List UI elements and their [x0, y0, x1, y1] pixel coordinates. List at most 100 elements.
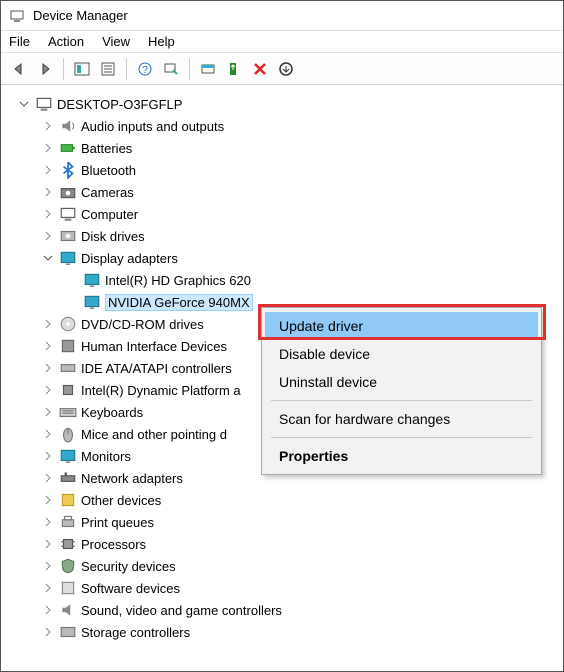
tree-item-label: Display adapters — [81, 251, 178, 266]
tree-item-label: Disk drives — [81, 229, 145, 244]
help-button[interactable]: ? — [133, 57, 157, 81]
chevron-right-icon[interactable] — [41, 537, 55, 551]
toolbar-separator — [63, 58, 64, 80]
tree-item-storage[interactable]: Storage controllers — [5, 621, 559, 643]
chevron-right-icon[interactable] — [41, 185, 55, 199]
enable-device-button[interactable] — [222, 57, 246, 81]
chevron-right-icon[interactable] — [41, 207, 55, 221]
tree-item-label: Security devices — [81, 559, 176, 574]
context-menu-separator — [271, 400, 532, 401]
chevron-right-icon[interactable] — [41, 603, 55, 617]
context-menu-uninstall-device[interactable]: Uninstall device — [265, 368, 538, 396]
chevron-right-icon[interactable] — [41, 119, 55, 133]
chevron-right-icon[interactable] — [41, 317, 55, 331]
tree-item-display-adapters[interactable]: Display adapters — [5, 247, 559, 269]
update-driver-button[interactable] — [196, 57, 220, 81]
tree-item-label: IDE ATA/ATAPI controllers — [81, 361, 232, 376]
device-tree: DESKTOP-O3FGFLP Audio inputs and outputs… — [1, 85, 563, 671]
camera-icon — [59, 184, 77, 200]
monitor-icon — [59, 448, 77, 464]
disable-device-button[interactable] — [274, 57, 298, 81]
back-button[interactable] — [7, 57, 31, 81]
chevron-down-icon[interactable] — [17, 97, 31, 111]
tree-item-label: Storage controllers — [81, 625, 190, 640]
chip-icon — [59, 382, 77, 398]
processor-icon — [59, 536, 77, 552]
tree-item-label: Software devices — [81, 581, 180, 596]
context-menu-properties[interactable]: Properties — [265, 442, 538, 470]
title-bar: Device Manager — [1, 1, 563, 31]
tree-item-disk-drives[interactable]: Disk drives — [5, 225, 559, 247]
display-adapter-icon — [83, 272, 101, 288]
context-menu-separator — [271, 437, 532, 438]
speaker-icon — [59, 118, 77, 134]
context-menu-disable-device[interactable]: Disable device — [265, 340, 538, 368]
context-menu-update-driver[interactable]: Update driver — [265, 312, 538, 340]
chevron-right-icon[interactable] — [41, 559, 55, 573]
hid-icon — [59, 338, 77, 354]
computer-icon — [59, 206, 77, 222]
chevron-right-icon[interactable] — [41, 427, 55, 441]
tree-item-processors[interactable]: Processors — [5, 533, 559, 555]
tree-item-bluetooth[interactable]: Bluetooth — [5, 159, 559, 181]
chevron-right-icon[interactable] — [41, 405, 55, 419]
tree-item-label: DVD/CD-ROM drives — [81, 317, 204, 332]
chevron-right-icon[interactable] — [41, 383, 55, 397]
display-adapter-icon — [83, 294, 101, 310]
uninstall-device-button[interactable] — [248, 57, 272, 81]
menu-file[interactable]: File — [9, 34, 30, 49]
scan-hardware-button[interactable] — [159, 57, 183, 81]
chevron-right-icon[interactable] — [41, 141, 55, 155]
tree-item-other[interactable]: Other devices — [5, 489, 559, 511]
sound-icon — [59, 602, 77, 618]
forward-button[interactable] — [33, 57, 57, 81]
tree-item-label: NVIDIA GeForce 940MX — [105, 294, 253, 311]
tree-root-node[interactable]: DESKTOP-O3FGFLP — [5, 93, 559, 115]
chevron-right-icon[interactable] — [41, 229, 55, 243]
tree-item-label: Mice and other pointing d — [81, 427, 227, 442]
tree-item-software[interactable]: Software devices — [5, 577, 559, 599]
display-adapter-icon — [59, 250, 77, 266]
tree-item-label: Intel(R) HD Graphics 620 — [105, 273, 251, 288]
toolbar-separator — [189, 58, 190, 80]
properties-button[interactable] — [96, 57, 120, 81]
tree-item-print-queues[interactable]: Print queues — [5, 511, 559, 533]
tree-item-intel-graphics[interactable]: Intel(R) HD Graphics 620 — [5, 269, 559, 291]
chevron-right-icon[interactable] — [41, 339, 55, 353]
context-menu-scan-hardware[interactable]: Scan for hardware changes — [265, 405, 538, 433]
mouse-icon — [59, 426, 77, 442]
dvd-icon — [59, 316, 77, 332]
menu-view[interactable]: View — [102, 34, 130, 49]
tree-item-cameras[interactable]: Cameras — [5, 181, 559, 203]
chevron-right-icon[interactable] — [41, 515, 55, 529]
keyboard-icon — [59, 404, 77, 420]
chevron-right-icon[interactable] — [41, 361, 55, 375]
controller-icon — [59, 360, 77, 376]
chevron-right-icon[interactable] — [41, 471, 55, 485]
tree-item-batteries[interactable]: Batteries — [5, 137, 559, 159]
chevron-right-icon[interactable] — [41, 493, 55, 507]
chevron-right-icon[interactable] — [41, 625, 55, 639]
svg-text:?: ? — [142, 65, 148, 76]
storage-icon — [59, 624, 77, 640]
tree-item-label: Human Interface Devices — [81, 339, 227, 354]
software-icon — [59, 580, 77, 596]
chevron-down-icon[interactable] — [41, 251, 55, 265]
tree-item-computer[interactable]: Computer — [5, 203, 559, 225]
toolbar: ? — [1, 53, 563, 85]
network-icon — [59, 470, 77, 486]
context-menu: Update driver Disable device Uninstall d… — [261, 307, 542, 475]
tree-item-security[interactable]: Security devices — [5, 555, 559, 577]
menu-help[interactable]: Help — [148, 34, 175, 49]
tree-item-label: Network adapters — [81, 471, 183, 486]
show-hide-console-button[interactable] — [70, 57, 94, 81]
tree-root-label: DESKTOP-O3FGFLP — [57, 97, 182, 112]
chevron-right-icon[interactable] — [41, 581, 55, 595]
tree-item-label: Keyboards — [81, 405, 143, 420]
tree-item-audio[interactable]: Audio inputs and outputs — [5, 115, 559, 137]
chevron-right-icon[interactable] — [41, 449, 55, 463]
tree-item-label: Intel(R) Dynamic Platform a — [81, 383, 241, 398]
tree-item-sound[interactable]: Sound, video and game controllers — [5, 599, 559, 621]
chevron-right-icon[interactable] — [41, 163, 55, 177]
menu-action[interactable]: Action — [48, 34, 84, 49]
